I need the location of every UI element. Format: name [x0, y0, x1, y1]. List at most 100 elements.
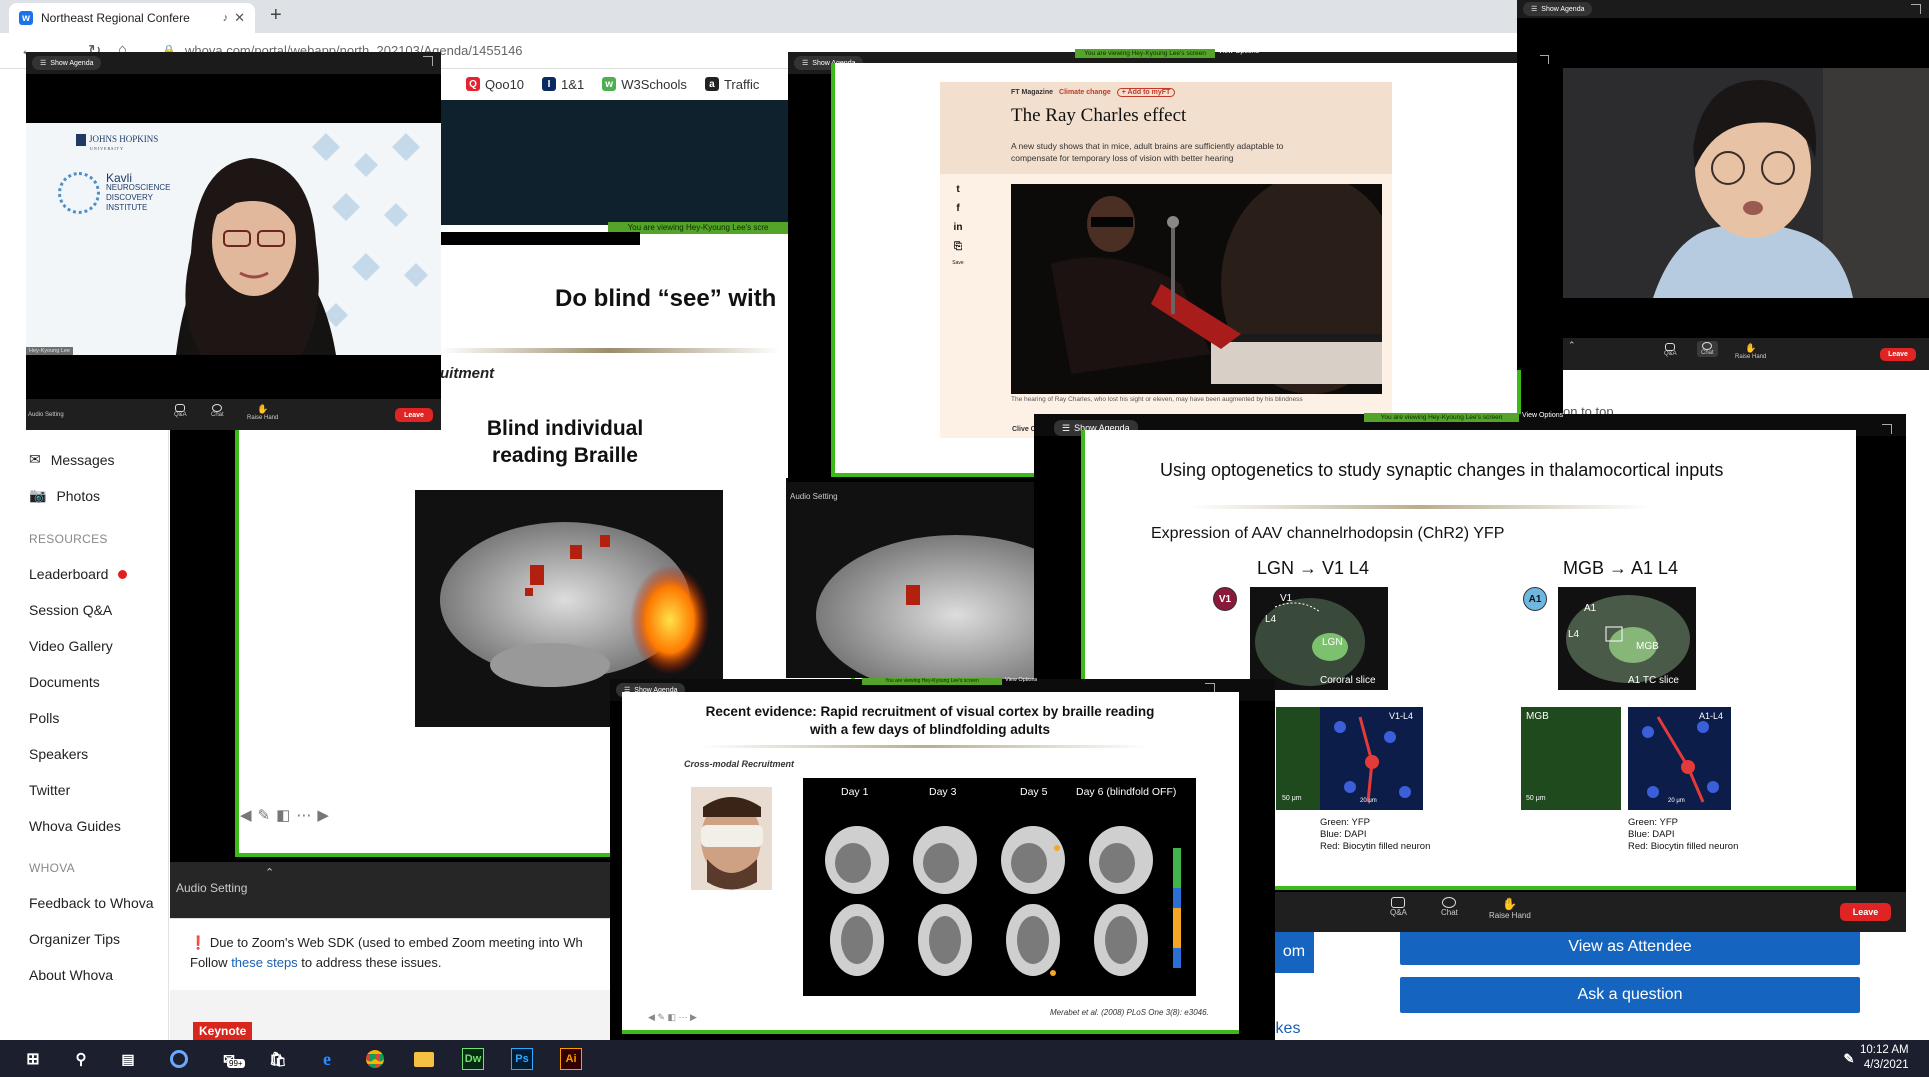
opto-legend-right: Green: YFP Blue: DAPI Red: Biocytin filled…	[1628, 817, 1739, 852]
keynote-badge: Keynote	[193, 1022, 253, 1040]
lgn-micrograph: 50 μm	[1276, 707, 1320, 810]
raise-hand-button[interactable]: ✋Raise Hand	[1735, 343, 1766, 360]
save-icon[interactable]: ⎘	[954, 241, 962, 252]
leave-button[interactable]: Leave	[395, 408, 433, 422]
add-to-myft-button[interactable]: + Add to myFT	[1116, 88, 1176, 97]
day-1-label: Day 1	[841, 786, 869, 798]
view-options-button[interactable]: View Options	[1218, 48, 1259, 55]
leave-button[interactable]: Leave	[1840, 903, 1891, 921]
bookmark-1and1[interactable]: I 1&1	[542, 77, 584, 92]
sidebar-item-twitter[interactable]: Twitter	[29, 782, 70, 798]
raise-hand-button[interactable]: ✋Raise Hand	[247, 404, 278, 421]
kavli-logo: Kavli NEUROSCIENCE DISCOVERY INSTITUTE	[58, 172, 170, 214]
sidebar-item-documents[interactable]: Documents	[29, 674, 100, 690]
next-slide-icon[interactable]: ▶	[317, 806, 329, 824]
sidebar-item-video-gallery[interactable]: Video Gallery	[29, 638, 113, 654]
system-clock[interactable]: 10:12 AM 4/3/2021	[1860, 1043, 1909, 1073]
chat-icon	[1702, 342, 1713, 350]
whova-favicon-icon: w	[19, 11, 33, 25]
pen-tray-icon[interactable]: ✎	[1838, 1048, 1860, 1070]
chat-button[interactable]: Chat	[211, 404, 224, 418]
sidebar-item-photos[interactable]: 📷 Photos	[29, 487, 100, 504]
ask-question-button[interactable]: Ask a question	[1400, 977, 1860, 1013]
view-as-attendee-button[interactable]: View as Attendee	[1400, 929, 1860, 965]
pen-icon[interactable]: ✎	[258, 806, 271, 824]
task-view-icon[interactable]: ▤	[117, 1048, 139, 1070]
view-options-button[interactable]: View Options	[1522, 412, 1563, 419]
speaker-video-1	[26, 123, 441, 355]
file-explorer-icon[interactable]	[413, 1048, 435, 1070]
session-actions: View as Attendee Ask a question	[1380, 920, 1929, 1040]
sidebar-item-whova-guides[interactable]: Whova Guides	[29, 818, 121, 834]
sidebar-item-leaderboard[interactable]: Leaderboard	[29, 566, 128, 582]
linkedin-icon[interactable]: in	[954, 222, 963, 233]
raise-hand-button[interactable]: ✋Raise Hand	[1489, 897, 1531, 920]
participant-name-tag: Hey-Kyoung Lee	[26, 347, 73, 355]
sidebar-item-about-whova[interactable]: About Whova	[29, 967, 113, 983]
viewing-banner: You are viewing Hey-Kyoung Lee's screen	[1364, 413, 1519, 422]
likes-text[interactable]: ikes	[1272, 1020, 1300, 1038]
qa-icon	[175, 404, 186, 412]
qa-button[interactable]: Q&A	[1664, 343, 1677, 357]
more-icon[interactable]: ⋯	[296, 806, 311, 824]
speaker-icon[interactable]: ♪	[223, 12, 229, 24]
save-label: Save	[952, 260, 964, 266]
illustrator-icon[interactable]: Ai	[560, 1048, 582, 1070]
twitter-icon[interactable]: t	[956, 184, 959, 195]
chat-button[interactable]: Chat	[1441, 897, 1458, 917]
chevron-up-icon[interactable]: ⌃	[265, 866, 274, 879]
sidebar-item-messages[interactable]: ✉ Messages	[29, 451, 115, 468]
edge-icon[interactable]: e	[316, 1048, 338, 1070]
bookmark-traffic[interactable]: a Traffic	[704, 77, 759, 92]
chat-button[interactable]: Chat	[1697, 341, 1718, 357]
sidebar-item-polls[interactable]: Polls	[29, 710, 59, 726]
info-icon: ❗	[190, 935, 210, 950]
tab-title: Northeast Regional Confere	[41, 11, 190, 25]
new-tab-icon[interactable]: +	[270, 4, 282, 27]
audio-setting-button[interactable]: Audio Setting	[28, 412, 64, 418]
qoo10-icon: Q	[466, 77, 480, 91]
audio-setting-mid[interactable]: Audio Setting	[790, 492, 838, 501]
these-steps-link[interactable]: these steps	[231, 955, 298, 970]
cortana-icon[interactable]	[168, 1048, 190, 1070]
sidebar-item-feedback[interactable]: Feedback to Whova	[29, 895, 154, 911]
slides-icon[interactable]: ◧	[276, 806, 290, 824]
sidebar-item-speakers[interactable]: Speakers	[29, 746, 88, 762]
store-icon[interactable]: 🛍	[267, 1048, 289, 1070]
close-tab-icon[interactable]: ✕	[234, 10, 245, 26]
browser-tab[interactable]: w Northeast Regional Confere ♪ ✕	[9, 3, 255, 33]
join-zoom-button-fragment[interactable]: om	[1274, 931, 1314, 973]
chat-icon	[1442, 897, 1457, 908]
prev-slide-icon[interactable]: ◀	[240, 806, 252, 824]
zoom-header: ☰Show Agenda	[1517, 0, 1929, 18]
sidebar-item-organizer-tips[interactable]: Organizer Tips	[29, 931, 120, 947]
chrome-icon[interactable]	[364, 1048, 386, 1070]
expand-icon[interactable]	[1882, 424, 1892, 434]
qa-button[interactable]: Q&A	[1390, 897, 1407, 917]
expand-icon[interactable]	[1911, 4, 1921, 14]
view-options-button[interactable]: View Options	[1005, 677, 1037, 683]
dreamweaver-icon[interactable]: Dw	[462, 1048, 484, 1070]
bookmark-w3schools[interactable]: w W3Schools	[602, 77, 687, 92]
search-icon[interactable]: ⚲	[70, 1048, 92, 1070]
agenda-icon: ☰	[1062, 422, 1071, 433]
leave-button[interactable]: Leave	[1880, 348, 1916, 361]
hand-icon: ✋	[1502, 897, 1518, 911]
windows-start-icon[interactable]: ⊞	[22, 1048, 44, 1070]
bookmark-qoo10[interactable]: Q Qoo10	[466, 77, 524, 92]
article-subtitle: A new study shows that in mice, adult br…	[1011, 141, 1284, 163]
photoshop-icon[interactable]: Ps	[511, 1048, 533, 1070]
qa-button[interactable]: Q&A	[174, 404, 187, 418]
tc-slice-image: A1 L4 MGB A1 TC slice	[1558, 587, 1696, 690]
show-agenda-button[interactable]: ☰Show Agenda	[1523, 2, 1593, 16]
expand-icon[interactable]	[423, 56, 433, 66]
whova-banner	[440, 100, 790, 225]
sidebar-item-session-qa[interactable]: Session Q&A	[29, 602, 112, 618]
facebook-icon[interactable]: f	[956, 203, 959, 214]
whova-heading: WHOVA	[29, 861, 75, 875]
expand-icon[interactable]	[1540, 55, 1549, 64]
show-agenda-button[interactable]: ☰Show Agenda	[32, 56, 102, 70]
chevron-up-icon[interactable]: ⌃	[1568, 340, 1576, 351]
a1-l4-micrograph: A1-L4 20 μm	[1628, 707, 1731, 810]
audio-setting-button[interactable]: Audio Setting	[176, 881, 247, 895]
